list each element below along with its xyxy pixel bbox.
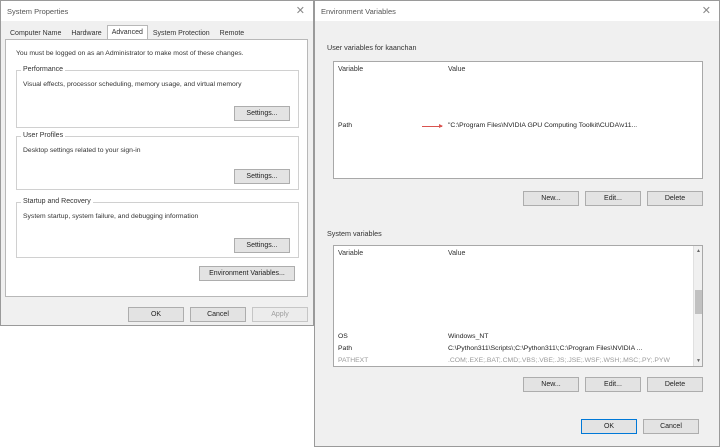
cancel-button[interactable]: Cancel bbox=[190, 307, 246, 322]
system-properties-tabs: Computer Name Hardware Advanced System P… bbox=[5, 25, 250, 39]
system-edit-button[interactable]: Edit... bbox=[585, 377, 641, 392]
startup-recovery-group: Startup and Recovery System startup, sys… bbox=[16, 198, 299, 258]
variable-name: OS bbox=[338, 333, 348, 340]
environment-variables-button[interactable]: Environment Variables... bbox=[199, 266, 295, 281]
user-profiles-group: User Profiles Desktop settings related t… bbox=[16, 132, 299, 190]
user-new-button[interactable]: New... bbox=[523, 191, 579, 206]
apply-button[interactable]: Apply bbox=[252, 307, 308, 322]
user-profiles-settings-button[interactable]: Settings... bbox=[234, 169, 290, 184]
tab-computer-name[interactable]: Computer Name bbox=[5, 26, 66, 39]
admin-notice: You must be logged on as an Administrato… bbox=[16, 50, 244, 57]
user-delete-button[interactable]: Delete bbox=[647, 191, 703, 206]
value-column-header[interactable]: Value bbox=[448, 250, 465, 257]
startup-recovery-title: Startup and Recovery bbox=[21, 198, 93, 205]
user-profiles-title: User Profiles bbox=[21, 132, 66, 139]
variable-column-header[interactable]: Variable bbox=[338, 66, 363, 73]
tab-hardware[interactable]: Hardware bbox=[66, 26, 106, 39]
variable-name: PATHEXT bbox=[338, 357, 369, 364]
performance-group: Performance Visual effects, processor sc… bbox=[16, 66, 299, 128]
system-properties-window: System Properties ✕ Computer Name Hardwa… bbox=[0, 0, 314, 326]
tab-system-protection[interactable]: System Protection bbox=[148, 26, 215, 39]
tab-advanced[interactable]: Advanced bbox=[106, 25, 148, 39]
user-variables-label: User variables for kaanchan bbox=[327, 43, 417, 52]
user-edit-button[interactable]: Edit... bbox=[585, 191, 641, 206]
system-variables-header: Variable Value bbox=[338, 250, 698, 260]
close-icon[interactable]: ✕ bbox=[296, 4, 305, 17]
value-column-header[interactable]: Value bbox=[448, 66, 465, 73]
variable-value: C:\Python311\Scripts\;C:\Python311\;C:\P… bbox=[448, 345, 643, 352]
user-variables-list[interactable]: Variable Value Path "C:\Program Files\NV… bbox=[333, 61, 703, 179]
list-item[interactable]: Path "C:\Program Files\NVIDIA GPU Comput… bbox=[338, 122, 698, 132]
close-icon[interactable]: ✕ bbox=[702, 4, 711, 17]
list-item[interactable]: OS Windows_NT bbox=[338, 333, 698, 343]
variable-column-header[interactable]: Variable bbox=[338, 250, 363, 257]
scrollbar-thumb[interactable] bbox=[695, 290, 702, 314]
performance-description: Visual effects, processor scheduling, me… bbox=[23, 81, 242, 88]
cancel-button[interactable]: Cancel bbox=[643, 419, 699, 434]
environment-variables-title: Environment Variables bbox=[321, 6, 396, 16]
environment-variables-window: Environment Variables ✕ User variables f… bbox=[314, 0, 720, 447]
tab-remote[interactable]: Remote bbox=[215, 26, 250, 39]
variable-name: Path bbox=[338, 122, 352, 129]
user-profiles-description: Desktop settings related to your sign-in bbox=[23, 147, 141, 154]
red-arrow-icon bbox=[422, 124, 443, 128]
system-variables-list[interactable]: Variable Value OS Windows_NT Path C:\Pyt… bbox=[333, 245, 703, 367]
variable-value: Windows_NT bbox=[448, 333, 489, 340]
system-properties-titlebar: System Properties ✕ bbox=[1, 1, 313, 21]
performance-title: Performance bbox=[21, 66, 66, 73]
system-new-button[interactable]: New... bbox=[523, 377, 579, 392]
variable-value: .COM;.EXE;.BAT;.CMD;.VBS;.VBE;.JS;.JSE;.… bbox=[448, 357, 670, 364]
variable-name: Path bbox=[338, 345, 352, 352]
system-variables-label: System variables bbox=[327, 229, 382, 238]
ok-button[interactable]: OK bbox=[581, 419, 637, 434]
advanced-tab-panel: You must be logged on as an Administrato… bbox=[5, 39, 308, 297]
startup-recovery-settings-button[interactable]: Settings... bbox=[234, 238, 290, 253]
scroll-up-icon[interactable]: ▲ bbox=[696, 248, 701, 254]
user-variables-header: Variable Value bbox=[338, 66, 698, 76]
list-item[interactable]: PATHEXT .COM;.EXE;.BAT;.CMD;.VBS;.VBE;.J… bbox=[338, 357, 698, 366]
system-variables-scrollbar[interactable]: ▲ ▼ bbox=[693, 246, 702, 366]
variable-value: "C:\Program Files\NVIDIA GPU Computing T… bbox=[448, 122, 638, 129]
list-item[interactable]: Path C:\Python311\Scripts\;C:\Python311\… bbox=[338, 345, 698, 355]
scroll-down-icon[interactable]: ▼ bbox=[696, 358, 701, 364]
environment-variables-titlebar: Environment Variables ✕ bbox=[315, 1, 719, 21]
performance-settings-button[interactable]: Settings... bbox=[234, 106, 290, 121]
system-delete-button[interactable]: Delete bbox=[647, 377, 703, 392]
system-properties-title: System Properties bbox=[7, 6, 69, 16]
startup-recovery-description: System startup, system failure, and debu… bbox=[23, 213, 199, 220]
ok-button[interactable]: OK bbox=[128, 307, 184, 322]
